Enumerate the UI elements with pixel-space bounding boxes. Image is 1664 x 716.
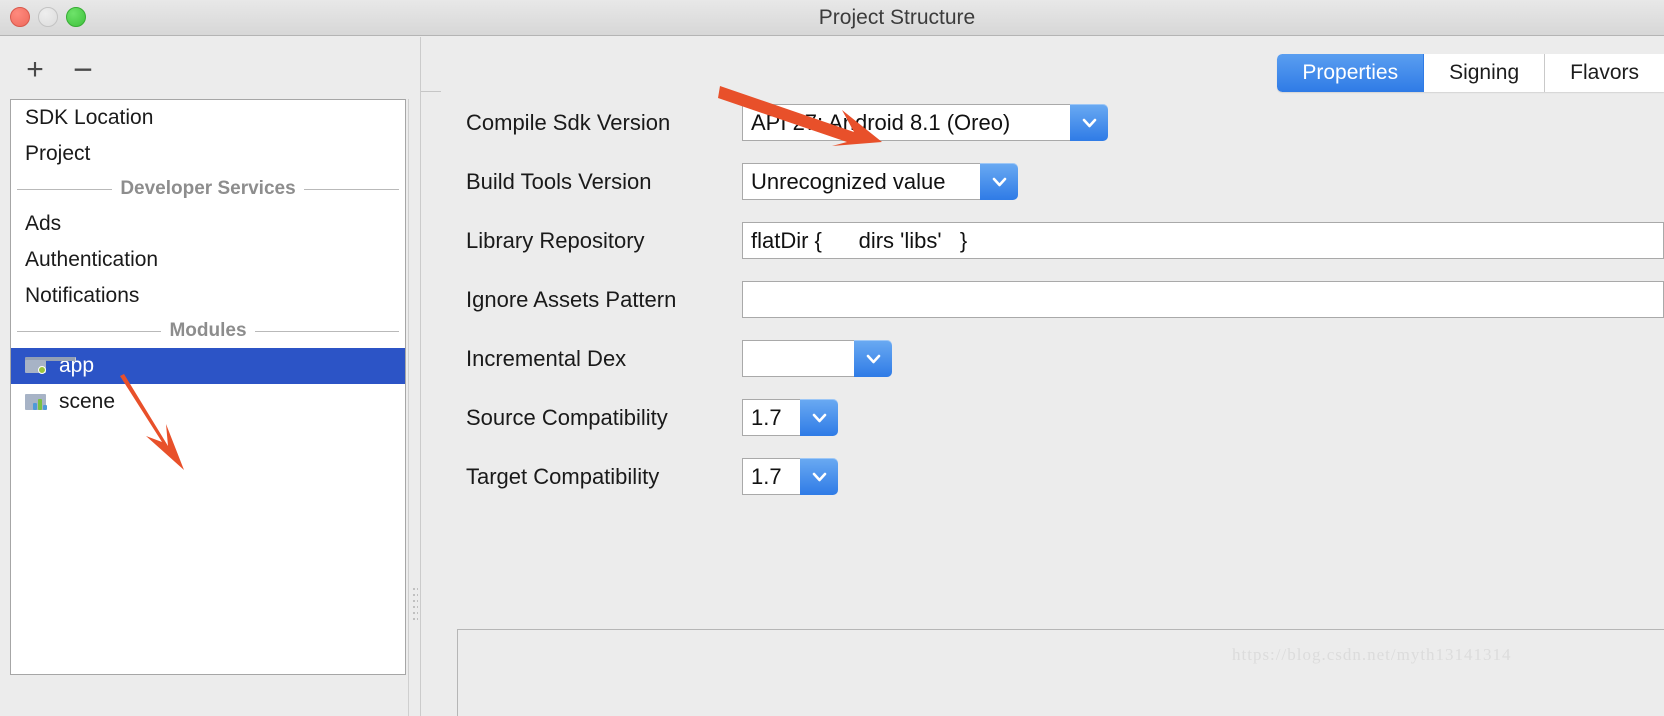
- traffic-light-controls: [10, 7, 86, 27]
- chevron-down-icon[interactable]: [800, 458, 838, 495]
- label-library-repository: Library Repository: [466, 228, 645, 253]
- sidebar-item-notifications[interactable]: Notifications: [11, 278, 405, 314]
- panel-splitter[interactable]: [408, 99, 420, 716]
- add-module-button[interactable]: +: [20, 55, 50, 85]
- tab-strip-rule: [421, 91, 441, 92]
- library-repository-value[interactable]: flatDir { dirs 'libs' }: [742, 222, 1664, 259]
- label-incremental-dex: Incremental Dex: [466, 346, 627, 371]
- combobox-target-compatibility[interactable]: 1.7: [742, 458, 838, 495]
- form-row-ignore-assets-pattern: Ignore Assets Pattern: [421, 270, 1664, 329]
- close-window-button[interactable]: [10, 7, 30, 27]
- window-title: Project Structure: [818, 6, 976, 29]
- form-row-build-tools-version: Build Tools Version Unrecognized value: [421, 152, 1664, 211]
- sidebar-group-modules: Modules: [11, 314, 405, 348]
- combobox-incremental-dex[interactable]: [742, 340, 892, 377]
- label-target-compatibility: Target Compatibility: [466, 464, 660, 489]
- chevron-down-icon[interactable]: [854, 340, 892, 377]
- label-source-compatibility: Source Compatibility: [466, 405, 668, 430]
- source-compatibility-value[interactable]: 1.7: [742, 399, 800, 436]
- tab-flavors[interactable]: Flavors: [1545, 54, 1664, 92]
- zoom-window-button[interactable]: [66, 7, 86, 27]
- title-bar: Project Structure: [0, 0, 1664, 36]
- sidebar-item-ads[interactable]: Ads: [11, 206, 405, 242]
- ignore-assets-pattern-value[interactable]: [742, 281, 1664, 318]
- build-tools-version-value[interactable]: Unrecognized value: [742, 163, 980, 200]
- label-build-tools-version: Build Tools Version: [466, 169, 652, 194]
- sidebar-item-authentication[interactable]: Authentication: [11, 242, 405, 278]
- incremental-dex-value[interactable]: [742, 340, 854, 377]
- textfield-library-repository[interactable]: flatDir { dirs 'libs' }: [742, 222, 1664, 259]
- textfield-ignore-assets-pattern[interactable]: [742, 281, 1664, 318]
- label-compile-sdk-version: Compile Sdk Version: [466, 110, 671, 135]
- form-row-incremental-dex: Incremental Dex: [421, 329, 1664, 388]
- label-ignore-assets-pattern: Ignore Assets Pattern: [466, 287, 677, 312]
- sidebar-item-project[interactable]: Project: [11, 136, 405, 172]
- minimize-window-button[interactable]: [38, 7, 58, 27]
- separator-rule-left: [17, 330, 162, 332]
- sidebar-module-label: scene: [59, 390, 116, 413]
- combobox-build-tools-version[interactable]: Unrecognized value: [742, 163, 1018, 200]
- properties-form: Compile Sdk Version API 27: Android 8.1 …: [421, 93, 1664, 506]
- sidebar-module-app[interactable]: app: [11, 348, 405, 384]
- sidebar-group-label: Developer Services: [120, 178, 296, 199]
- form-row-target-compatibility: Target Compatibility 1.7: [421, 447, 1664, 506]
- watermark-text: https://blog.csdn.net/myth13141314: [1232, 645, 1512, 664]
- splitter-grip-icon[interactable]: [412, 586, 418, 622]
- tab-strip: Properties Signing Flavors: [421, 37, 1664, 93]
- bottom-detail-panel: [457, 629, 1664, 716]
- sidebar-item-sdk-location[interactable]: SDK Location: [11, 100, 405, 136]
- chevron-down-icon[interactable]: [1070, 104, 1108, 141]
- separator-rule-right: [303, 188, 399, 190]
- combobox-source-compatibility[interactable]: 1.7: [742, 399, 838, 436]
- form-row-source-compatibility: Source Compatibility 1.7: [421, 388, 1664, 447]
- chevron-down-icon[interactable]: [980, 163, 1018, 200]
- remove-module-button[interactable]: −: [68, 53, 98, 87]
- sidebar-list: SDK Location Project Developer Services …: [10, 99, 406, 675]
- combobox-compile-sdk-version[interactable]: API 27: Android 8.1 (Oreo): [742, 104, 1108, 141]
- form-row-compile-sdk-version: Compile Sdk Version API 27: Android 8.1 …: [421, 93, 1664, 152]
- chevron-down-icon[interactable]: [800, 399, 838, 436]
- target-compatibility-value[interactable]: 1.7: [742, 458, 800, 495]
- detail-pane: Properties Signing Flavors Compile Sdk V…: [421, 37, 1664, 716]
- tab-group: Properties Signing Flavors: [1277, 54, 1664, 92]
- sidebar-module-scene[interactable]: scene: [11, 384, 405, 420]
- separator-rule-right: [254, 330, 399, 332]
- sidebar-group-label: Modules: [169, 320, 247, 341]
- tab-signing[interactable]: Signing: [1424, 54, 1546, 92]
- library-module-icon: [25, 391, 49, 413]
- sidebar-toolbar: + −: [0, 37, 406, 99]
- project-structure-window: Project Structure + − SDK Location Proje…: [0, 0, 1664, 716]
- separator-rule-left: [17, 188, 113, 190]
- sidebar-group-developer-services: Developer Services: [11, 172, 405, 206]
- tab-properties[interactable]: Properties: [1277, 54, 1425, 92]
- folder-module-icon: [25, 355, 76, 377]
- compile-sdk-version-value[interactable]: API 27: Android 8.1 (Oreo): [742, 104, 1070, 141]
- form-row-library-repository: Library Repository flatDir { dirs 'libs'…: [421, 211, 1664, 270]
